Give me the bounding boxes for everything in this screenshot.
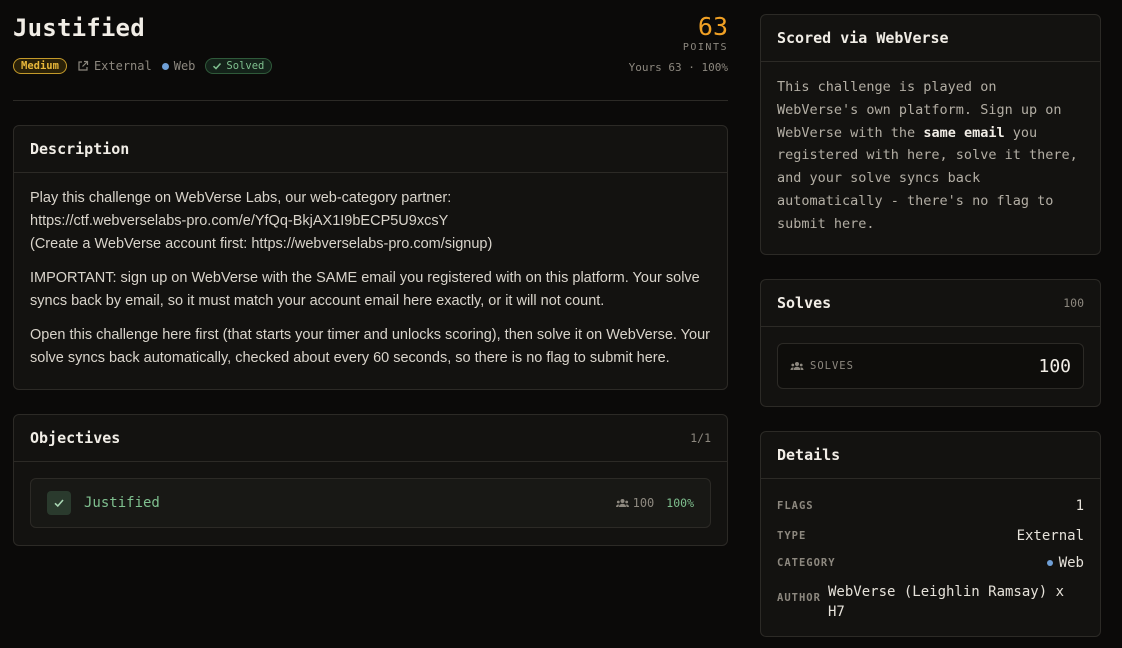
details-panel: Details FLAGS 1 TYPE External CATEGORY W… <box>760 431 1101 637</box>
objective-solves-count: 100 <box>632 496 655 510</box>
scored-panel: Scored via WebVerse This challenge is pl… <box>760 14 1101 255</box>
detail-category-text: Web <box>1058 555 1084 571</box>
detail-type-value: External <box>1016 528 1084 544</box>
challenge-meta: Medium External Web Solved <box>13 58 273 74</box>
your-score: Yours 63 · 100% <box>628 61 728 74</box>
detail-author: AUTHOR WebVerse (Leighlin Ramsay) x H7 <box>777 582 1084 622</box>
category-dot <box>1046 560 1053 566</box>
details-title: Details <box>777 446 841 464</box>
check-icon <box>54 499 64 508</box>
solves-label-text: SOLVES <box>810 360 854 372</box>
users-icon <box>615 499 629 507</box>
category-tag: Web <box>161 59 196 73</box>
description-para-2: IMPORTANT: sign up on WebVerse with the … <box>30 270 700 309</box>
details-header: Details <box>761 432 1100 479</box>
header-divider <box>13 100 728 101</box>
solves-header: Solves 100 <box>761 280 1100 327</box>
description-panel: Description Play this challenge on WebVe… <box>13 125 728 390</box>
detail-category: CATEGORY Web <box>777 555 1084 571</box>
detail-flags-label: FLAGS <box>777 500 814 512</box>
scored-text-emphasis: same email <box>923 124 1005 141</box>
solves-panel: Solves 100 SOLVES 100 <box>760 279 1101 407</box>
description-para-1: Play this challenge on WebVerse Labs, ou… <box>30 187 711 256</box>
objective-name: Justified <box>84 495 160 511</box>
detail-category-value: Web <box>1046 555 1084 571</box>
description-line-3[interactable]: (Create a WebVerse account first: https:… <box>30 236 492 252</box>
objective-row[interactable]: Justified 100 100% <box>30 478 711 528</box>
users-icon <box>790 362 804 370</box>
solves-stat-label: SOLVES <box>790 360 854 372</box>
solved-label: Solved <box>226 60 265 72</box>
points-label: POINTS <box>682 42 728 53</box>
description-header: Description <box>14 126 727 173</box>
detail-type-label: TYPE <box>777 530 807 542</box>
detail-category-label: CATEGORY <box>777 557 836 569</box>
points-value: 63 <box>697 12 728 41</box>
category-label: Web <box>173 59 196 73</box>
description-para-3: Open this challenge here first (that sta… <box>30 327 710 366</box>
scored-header: Scored via WebVerse <box>761 15 1100 62</box>
description-line-1: Play this challenge on WebVerse Labs, ou… <box>30 190 452 206</box>
solves-value: 100 <box>1038 355 1071 377</box>
objectives-panel: Objectives 1/1 Justified 100 100% <box>13 414 728 546</box>
description-body: Play this challenge on WebVerse Labs, ou… <box>14 173 727 370</box>
scored-title: Scored via WebVerse <box>777 29 949 47</box>
challenge-title: Justified <box>13 14 145 42</box>
objectives-title: Objectives <box>30 429 121 447</box>
detail-type: TYPE External <box>777 528 1084 544</box>
points-display: 63 POINTS <box>683 14 728 53</box>
source-tag: External <box>77 59 152 73</box>
category-dot <box>161 62 169 70</box>
detail-flags-value: 1 <box>1075 498 1084 514</box>
source-label: External <box>93 59 152 73</box>
objective-check <box>47 491 71 515</box>
objectives-header: Objectives 1/1 <box>14 415 727 462</box>
detail-author-label: AUTHOR <box>777 592 821 604</box>
scored-text: This challenge is played on WebVerse's o… <box>761 62 1100 250</box>
solved-badge: Solved <box>205 58 273 74</box>
webverse-challenge-link[interactable]: https://ctf.webverselabs-pro.com/e/YfQq-… <box>30 213 448 229</box>
solves-count: 100 <box>1063 296 1084 310</box>
description-title: Description <box>30 140 130 158</box>
solves-title: Solves <box>777 294 832 312</box>
check-icon <box>213 62 222 70</box>
difficulty-badge: Medium <box>13 58 67 74</box>
detail-flags: FLAGS 1 <box>777 498 1084 514</box>
objective-solves: 100 <box>615 496 655 510</box>
external-link-icon <box>78 60 89 71</box>
objective-percent: 100% <box>666 496 694 510</box>
solves-stat: SOLVES 100 <box>777 343 1084 389</box>
objectives-count: 1/1 <box>690 431 711 445</box>
detail-author-value: WebVerse (Leighlin Ramsay) x H7 <box>828 584 1065 620</box>
